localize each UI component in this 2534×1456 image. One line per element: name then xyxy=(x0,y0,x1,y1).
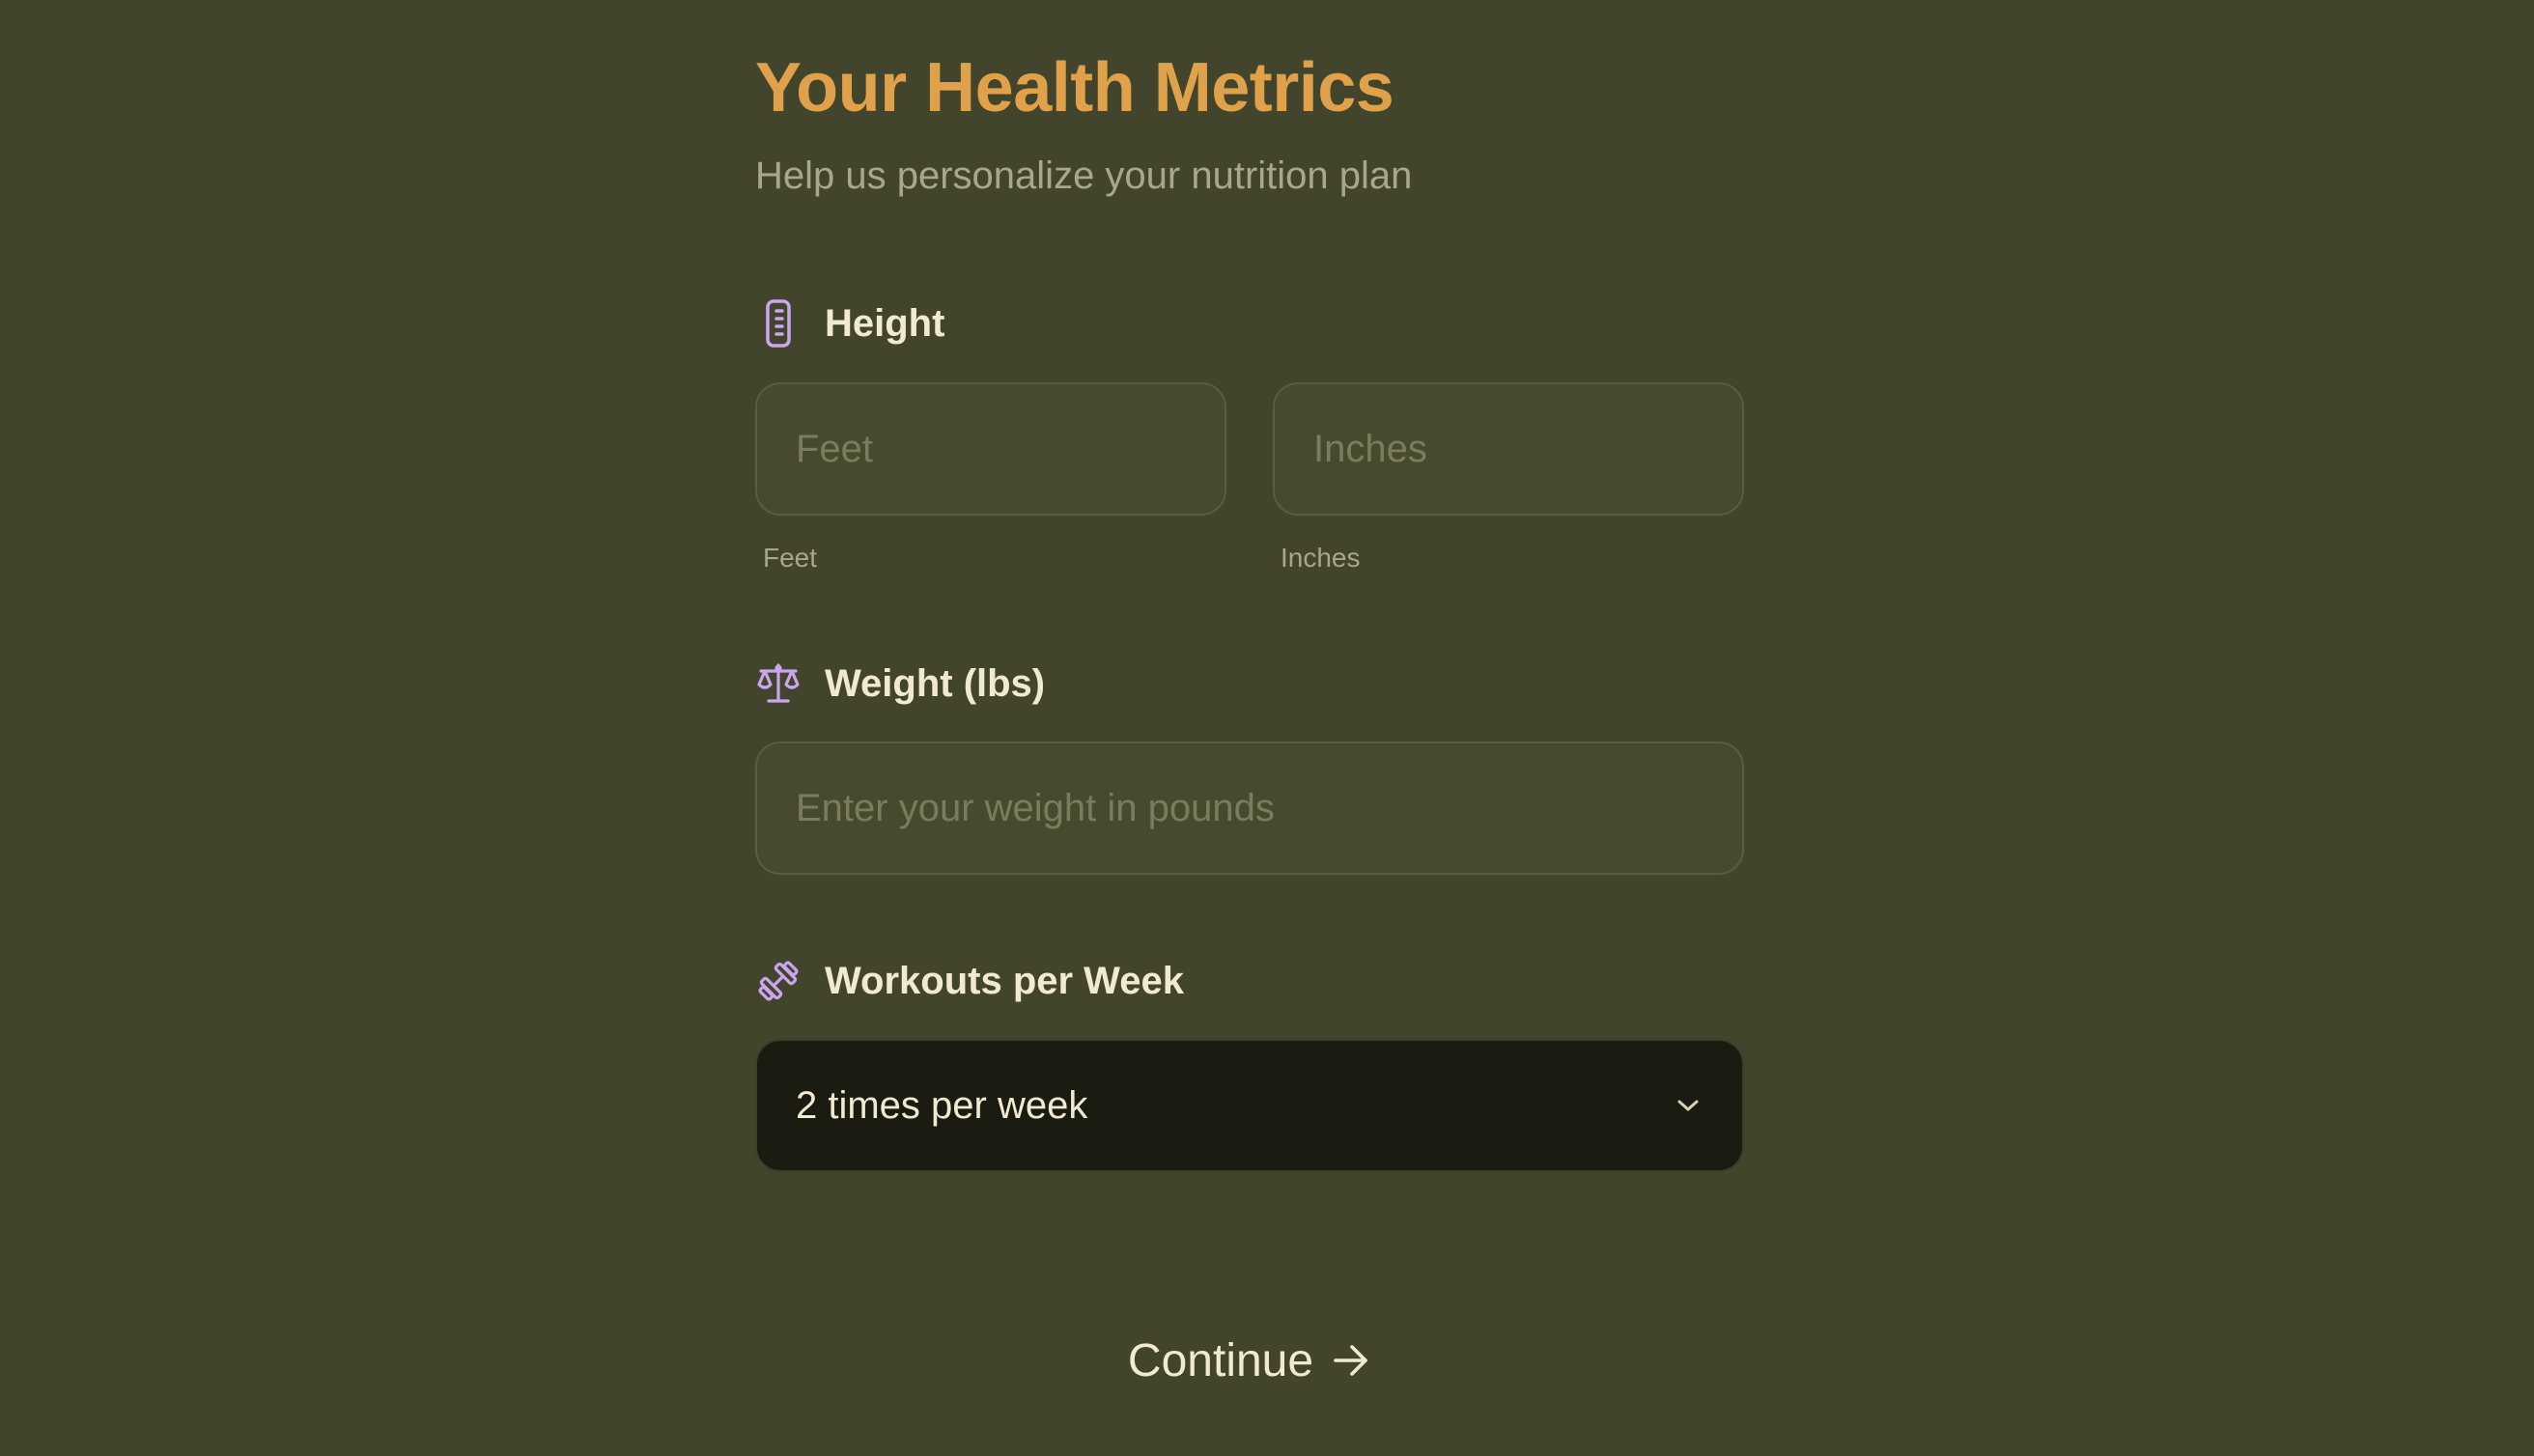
weight-label: Weight (lbs) xyxy=(825,661,1046,705)
arrow-right-icon xyxy=(1331,1340,1371,1381)
inches-caption: Inches xyxy=(1281,543,1361,573)
scale-icon xyxy=(755,657,802,711)
feet-caption: Feet xyxy=(763,543,818,573)
ruler-icon xyxy=(755,296,802,350)
continue-label: Continue xyxy=(1127,1334,1314,1386)
continue-button[interactable]: Continue xyxy=(755,1325,1744,1396)
weight-input[interactable] xyxy=(755,742,1744,875)
height-inches-input[interactable] xyxy=(1273,382,1744,516)
page-title: Your Health Metrics xyxy=(755,49,1394,126)
chevron-down-icon xyxy=(1673,1090,1703,1121)
weight-section-label: Weight (lbs) xyxy=(755,657,1045,711)
workouts-label: Workouts per Week xyxy=(825,959,1184,1002)
dumbbell-icon xyxy=(755,954,802,1008)
height-feet-input[interactable] xyxy=(755,382,1226,516)
workouts-section-label: Workouts per Week xyxy=(755,954,1184,1008)
page-subtitle: Help us personalize your nutrition plan xyxy=(755,154,1413,197)
workouts-select[interactable]: 2 times per week xyxy=(755,1039,1744,1172)
workouts-selected-value: 2 times per week xyxy=(796,1083,1088,1127)
height-label: Height xyxy=(825,301,945,345)
height-section-label: Height xyxy=(755,296,944,350)
